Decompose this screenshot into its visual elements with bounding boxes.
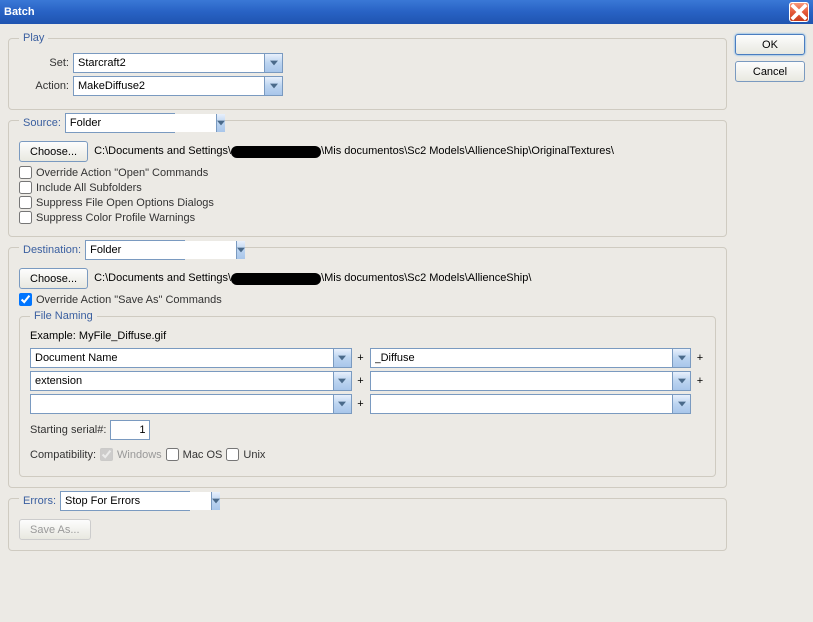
chevron-down-icon[interactable]: [672, 349, 690, 367]
title-bar: Batch: [0, 0, 813, 24]
chevron-down-icon[interactable]: [264, 77, 282, 95]
suppress-open-label: Suppress File Open Options Dialogs: [36, 197, 214, 209]
plus-separator: +: [695, 352, 705, 364]
naming-field-6[interactable]: [370, 394, 692, 414]
chevron-down-icon[interactable]: [672, 395, 690, 413]
errors-value[interactable]: [61, 492, 211, 510]
suppress-color-label: Suppress Color Profile Warnings: [36, 212, 195, 224]
chevron-down-icon[interactable]: [264, 54, 282, 72]
include-subfolders-checkbox[interactable]: [19, 181, 32, 194]
example-label: Example:: [30, 330, 76, 342]
play-group: Play Set: Action:: [8, 32, 727, 110]
source-legend: Source:: [23, 117, 61, 129]
source-path: C:\Documents and Settings\\Mis documento…: [94, 145, 614, 157]
save-as-button: Save As...: [19, 519, 91, 540]
destination-legend: Destination:: [23, 244, 81, 256]
close-button[interactable]: [789, 2, 809, 22]
errors-group: Errors: Save As...: [8, 498, 727, 551]
destination-group: Destination: Choose... C:\Documents and …: [8, 247, 727, 488]
chevron-down-icon[interactable]: [333, 395, 351, 413]
chevron-down-icon[interactable]: [333, 372, 351, 390]
naming-field-2[interactable]: [370, 348, 692, 368]
plus-separator: +: [356, 375, 366, 387]
destination-path: C:\Documents and Settings\\Mis documento…: [94, 272, 531, 284]
example-value: MyFile_Diffuse.gif: [79, 330, 166, 342]
set-label: Set:: [19, 57, 69, 69]
override-saveas-label: Override Action "Save As" Commands: [36, 294, 222, 306]
compat-unix-label: Unix: [243, 449, 265, 461]
override-saveas-checkbox[interactable]: [19, 293, 32, 306]
errors-legend: Errors:: [23, 495, 56, 507]
chevron-down-icon[interactable]: [216, 114, 225, 132]
plus-separator: +: [356, 398, 366, 410]
compat-windows-checkbox: [100, 448, 113, 461]
naming-field-4[interactable]: [370, 371, 692, 391]
source-type-value[interactable]: [66, 114, 216, 132]
action-combo[interactable]: [73, 76, 283, 96]
file-naming-group: File Naming Example: MyFile_Diffuse.gif …: [19, 310, 716, 477]
source-type-combo[interactable]: [65, 113, 175, 133]
compat-label: Compatibility:: [30, 449, 96, 461]
plus-separator: +: [695, 375, 705, 387]
source-group: Source: Choose... C:\Documents and Setti…: [8, 120, 727, 237]
destination-type-value[interactable]: [86, 241, 236, 259]
play-legend: Play: [19, 32, 48, 44]
destination-type-combo[interactable]: [85, 240, 185, 260]
serial-label: Starting serial#:: [30, 424, 106, 436]
override-open-checkbox[interactable]: [19, 166, 32, 179]
ok-button[interactable]: OK: [735, 34, 805, 55]
errors-combo[interactable]: [60, 491, 190, 511]
source-choose-button[interactable]: Choose...: [19, 141, 88, 162]
chevron-down-icon[interactable]: [333, 349, 351, 367]
cancel-button[interactable]: Cancel: [735, 61, 805, 82]
compat-mac-label: Mac OS: [183, 449, 223, 461]
naming-field-1[interactable]: [30, 348, 352, 368]
file-naming-legend: File Naming: [30, 310, 97, 322]
compat-windows-label: Windows: [117, 449, 162, 461]
action-value[interactable]: [74, 77, 264, 95]
include-subfolders-label: Include All Subfolders: [36, 182, 142, 194]
chevron-down-icon[interactable]: [236, 241, 245, 259]
compat-unix-checkbox[interactable]: [226, 448, 239, 461]
chevron-down-icon[interactable]: [211, 492, 220, 510]
window-title: Batch: [4, 6, 35, 18]
set-value[interactable]: [74, 54, 264, 72]
plus-separator: +: [356, 352, 366, 364]
chevron-down-icon[interactable]: [672, 372, 690, 390]
naming-field-5[interactable]: [30, 394, 352, 414]
action-label: Action:: [19, 80, 69, 92]
set-combo[interactable]: [73, 53, 283, 73]
compat-mac-checkbox[interactable]: [166, 448, 179, 461]
suppress-color-checkbox[interactable]: [19, 211, 32, 224]
serial-input[interactable]: [110, 420, 150, 440]
suppress-open-checkbox[interactable]: [19, 196, 32, 209]
override-open-label: Override Action "Open" Commands: [36, 167, 208, 179]
redacted-text: [231, 273, 321, 285]
redacted-text: [231, 146, 321, 158]
destination-choose-button[interactable]: Choose...: [19, 268, 88, 289]
naming-field-3[interactable]: [30, 371, 352, 391]
